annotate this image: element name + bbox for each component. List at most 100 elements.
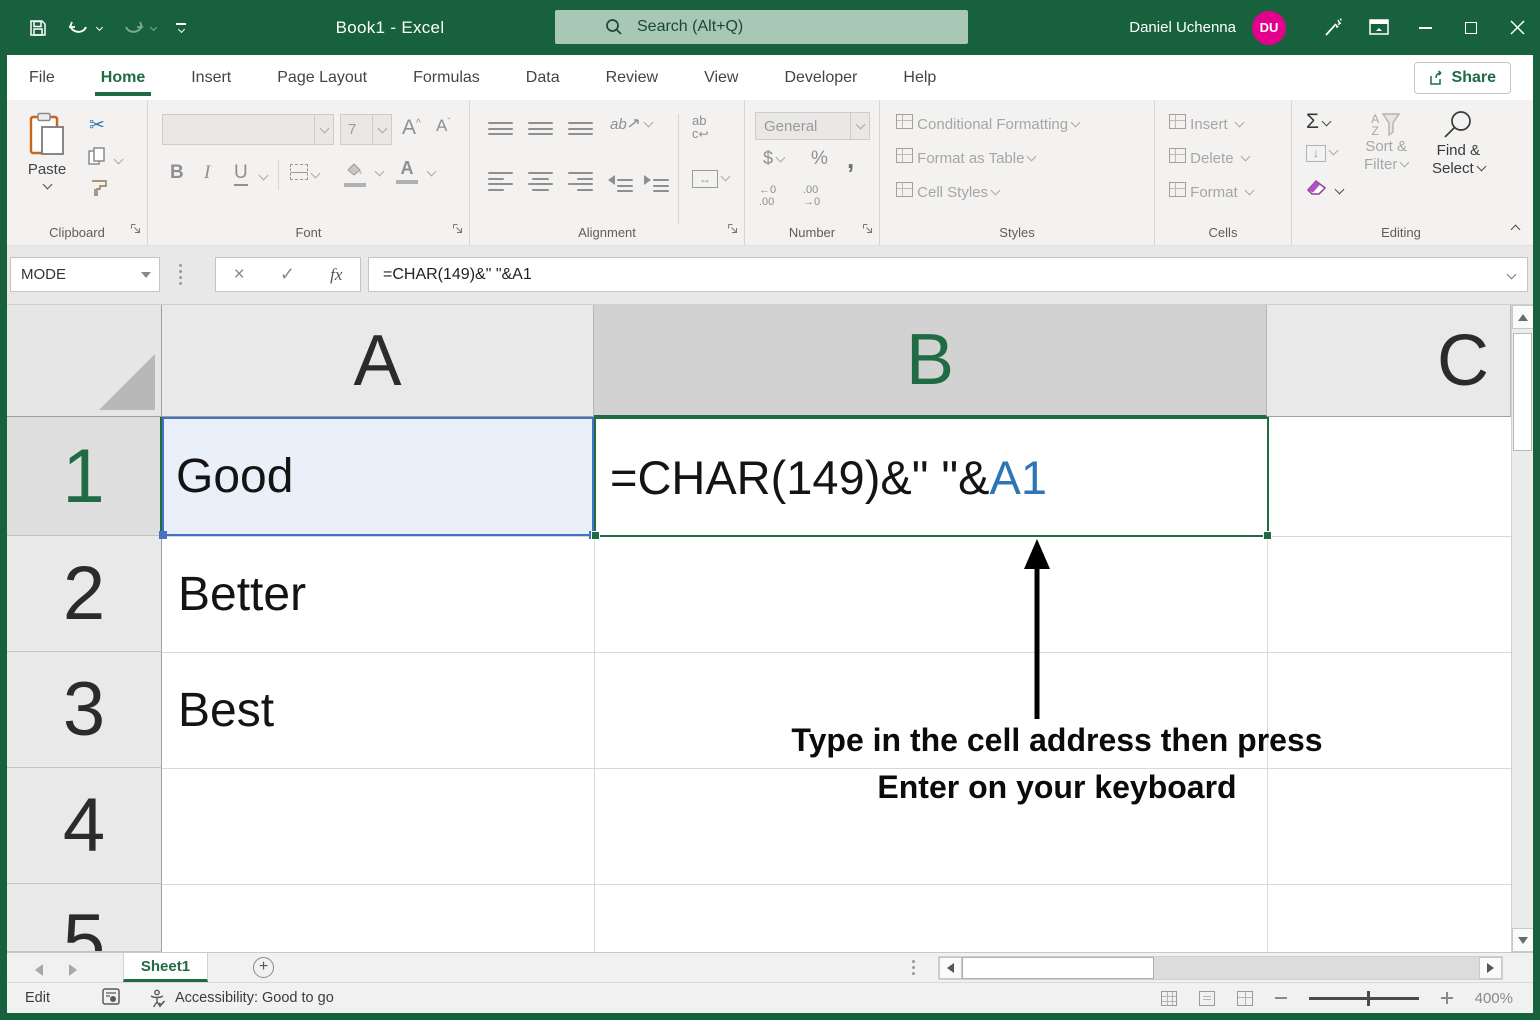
fill-color-button[interactable]: [344, 162, 366, 187]
cell-styles-dropdown-icon[interactable]: [991, 186, 1001, 196]
insert-cells-dropdown-icon[interactable]: [1234, 118, 1244, 128]
horizontal-scroll-thumb[interactable]: [962, 957, 1154, 979]
vertical-scroll-thumb[interactable]: [1513, 333, 1532, 451]
row-header-4[interactable]: 4: [7, 768, 162, 884]
cell-a2[interactable]: Better: [162, 536, 594, 652]
tab-formulas[interactable]: Formulas: [411, 58, 482, 98]
merge-center-dropdown-icon[interactable]: [721, 172, 731, 182]
sort-filter-dropdown-icon[interactable]: [1400, 158, 1410, 168]
format-cells-button[interactable]: Format: [1169, 182, 1253, 201]
redo-dropdown-icon[interactable]: [150, 24, 157, 31]
shrink-font-button[interactable]: Aˇ: [436, 116, 450, 136]
tab-page-layout[interactable]: Page Layout: [275, 58, 369, 98]
next-sheet-button[interactable]: [69, 963, 77, 981]
paste-button[interactable]: Paste: [19, 112, 75, 196]
merge-center-button[interactable]: ↔: [692, 170, 729, 188]
fill-color-dropdown-icon[interactable]: [375, 167, 385, 177]
delete-cells-button[interactable]: Delete: [1169, 148, 1249, 167]
percent-style-button[interactable]: %: [811, 148, 828, 170]
autosum-dropdown-icon[interactable]: [1322, 117, 1332, 127]
delete-cells-dropdown-icon[interactable]: [1240, 152, 1250, 162]
scroll-right-button[interactable]: [1479, 957, 1502, 979]
enter-button[interactable]: ✓: [280, 264, 295, 285]
tab-view[interactable]: View: [702, 58, 740, 98]
middle-align-button[interactable]: [528, 122, 553, 135]
sheet-tab-sheet1[interactable]: Sheet1: [123, 953, 208, 982]
scroll-down-button[interactable]: [1512, 928, 1533, 952]
tab-developer[interactable]: Developer: [782, 58, 859, 98]
decrease-indent-button[interactable]: [608, 172, 633, 192]
conditional-formatting-dropdown-icon[interactable]: [1071, 118, 1081, 128]
increase-indent-button[interactable]: [644, 172, 669, 192]
page-break-view-button[interactable]: [1237, 991, 1253, 1006]
select-all-corner[interactable]: [7, 305, 162, 417]
horizontal-scrollbar[interactable]: [938, 956, 1503, 980]
center-button[interactable]: [528, 172, 553, 191]
increase-decimal-button[interactable]: ←0.00: [759, 184, 776, 208]
clipboard-dialog-launcher[interactable]: [130, 221, 141, 239]
user-name[interactable]: Daniel Uchenna: [1129, 19, 1236, 36]
borders-dropdown-icon[interactable]: [311, 169, 321, 179]
row-header-2[interactable]: 2: [7, 536, 162, 652]
new-sheet-button[interactable]: +: [253, 957, 274, 978]
format-as-table-dropdown-icon[interactable]: [1027, 152, 1037, 162]
tabbar-drag-handle[interactable]: [912, 960, 915, 975]
orientation-button[interactable]: ab: [610, 116, 652, 133]
zoom-slider[interactable]: [1309, 997, 1419, 1000]
cell-a3[interactable]: Best: [162, 652, 594, 768]
zoom-level[interactable]: 400%: [1475, 990, 1513, 1007]
decrease-decimal-button[interactable]: .00→0: [803, 184, 820, 208]
name-box-dropdown-icon[interactable]: [141, 272, 151, 278]
save-button[interactable]: [28, 18, 48, 38]
name-box[interactable]: MODE: [10, 257, 160, 292]
b1-handle-br[interactable]: [1263, 531, 1272, 540]
redo-button[interactable]: [122, 18, 156, 38]
accounting-dropdown-icon[interactable]: [776, 153, 786, 163]
accounting-format-button[interactable]: $: [763, 148, 784, 169]
wrap-text-button[interactable]: abc↩: [692, 114, 709, 141]
scroll-up-button[interactable]: [1512, 305, 1533, 329]
close-button[interactable]: [1494, 0, 1540, 55]
tab-data[interactable]: Data: [524, 58, 562, 98]
ribbon-display-options-button[interactable]: [1356, 0, 1402, 55]
borders-button[interactable]: [290, 164, 319, 185]
maximize-button[interactable]: [1448, 0, 1494, 55]
column-header-b[interactable]: B: [594, 305, 1267, 417]
tab-file[interactable]: File: [27, 58, 57, 98]
insert-function-button[interactable]: fx: [330, 265, 342, 285]
conditional-formatting-button[interactable]: Conditional Formatting: [896, 114, 1079, 133]
expand-formula-bar-icon[interactable]: [1507, 270, 1517, 280]
align-right-button[interactable]: [568, 172, 593, 191]
page-layout-view-button[interactable]: [1199, 991, 1215, 1006]
customize-qat-button[interactable]: [176, 23, 186, 32]
normal-view-button[interactable]: [1161, 991, 1177, 1006]
italic-button[interactable]: I: [204, 162, 210, 184]
find-select-button[interactable]: Find &Select: [1432, 108, 1485, 178]
orientation-dropdown-icon[interactable]: [643, 118, 653, 128]
cell-styles-button[interactable]: Cell Styles: [896, 182, 999, 201]
formula-input[interactable]: =CHAR(149)&" "&A1: [368, 257, 1528, 292]
scroll-left-button[interactable]: [939, 957, 962, 979]
collapse-ribbon-button[interactable]: [1511, 225, 1521, 235]
zoom-out-button[interactable]: [1275, 992, 1287, 1004]
font-name-combo[interactable]: [162, 114, 334, 145]
number-format-combo[interactable]: General: [755, 112, 870, 140]
accessibility-status[interactable]: Accessibility: Good to go: [148, 989, 334, 1008]
clear-button[interactable]: [1304, 178, 1343, 201]
formula-bar-drag-handle[interactable]: [179, 264, 182, 285]
zoom-in-button[interactable]: [1441, 992, 1453, 1004]
font-color-button[interactable]: A: [396, 158, 418, 184]
row-header-5[interactable]: 5: [7, 884, 162, 952]
format-as-table-button[interactable]: Format as Table: [896, 148, 1035, 167]
undo-button[interactable]: [68, 18, 102, 38]
zoom-slider-thumb[interactable]: [1367, 991, 1370, 1006]
cut-button[interactable]: ✂: [89, 114, 105, 137]
cell-mode-indicator[interactable]: Edit: [25, 990, 50, 1006]
column-header-c[interactable]: C: [1267, 305, 1511, 417]
avatar[interactable]: DU: [1252, 11, 1286, 45]
minimize-button[interactable]: [1402, 0, 1448, 55]
share-button[interactable]: Share: [1414, 62, 1511, 94]
clear-dropdown-icon[interactable]: [1335, 185, 1345, 195]
format-painter-button[interactable]: [89, 178, 111, 203]
cell-a1[interactable]: Good: [162, 417, 594, 536]
